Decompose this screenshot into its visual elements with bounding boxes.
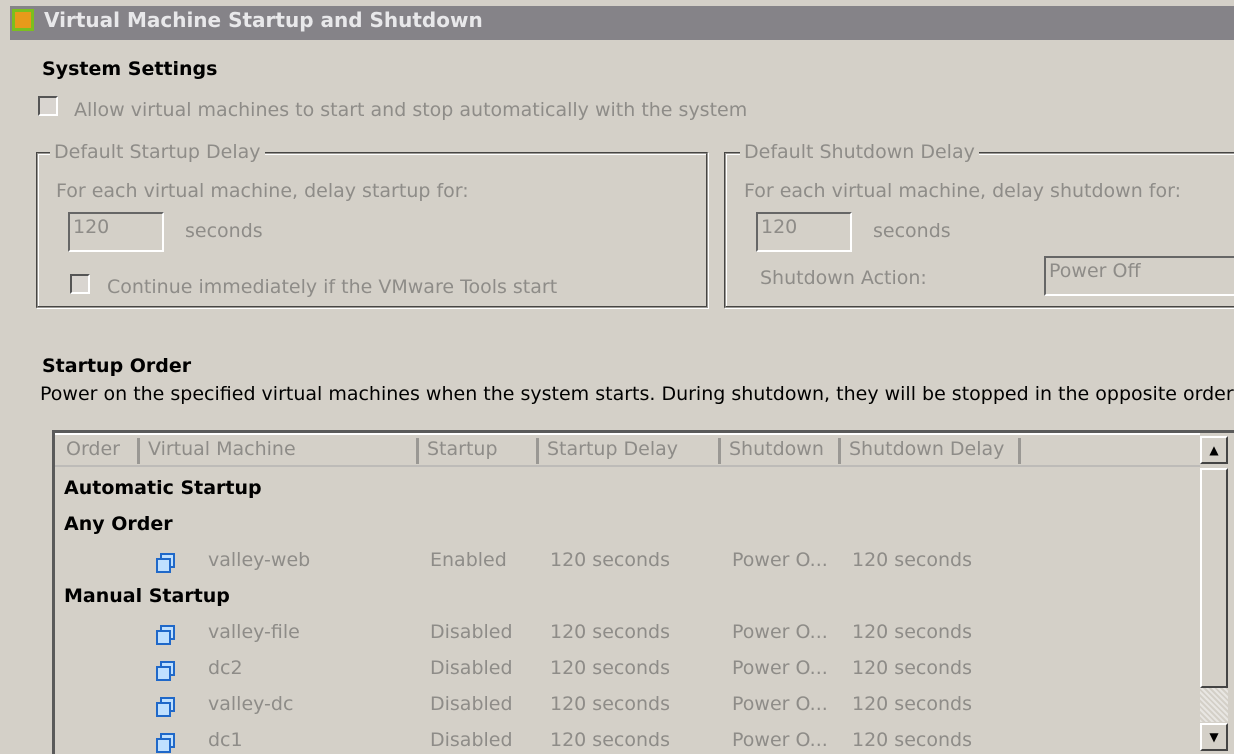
vm-shutdown: Power O... [732, 729, 828, 751]
system-settings-heading: System Settings [42, 58, 218, 80]
vm-startup-delay: 120 seconds [550, 549, 670, 571]
vm-startup: Disabled [430, 729, 513, 751]
vm-shutdown: Power O... [732, 693, 828, 715]
scroll-up-button[interactable]: ▲ [1200, 436, 1228, 464]
shutdown-delay-desc: For each virtual machine, delay shutdown… [744, 180, 1181, 202]
startup-order-heading: Startup Order [42, 355, 192, 377]
scroll-thumb[interactable] [1200, 468, 1228, 688]
allow-auto-label: Allow virtual machines to start and stop… [74, 99, 748, 121]
vm-startup-delay: 120 seconds [550, 693, 670, 715]
vm-shutdown-delay: 120 seconds [852, 621, 972, 643]
vm-name: valley-file [208, 621, 300, 643]
vm-icon [156, 697, 175, 717]
vm-icon [156, 553, 175, 573]
page-title: Virtual Machine Startup and Shutdown [44, 8, 483, 32]
shutdown-delay-input[interactable]: 120 [756, 212, 852, 252]
group-automatic-startup: Automatic Startup [64, 477, 262, 499]
vm-icon [156, 733, 175, 753]
vm-name: valley-dc [208, 693, 294, 715]
vm-shutdown-delay: 120 seconds [852, 657, 972, 679]
vertical-scrollbar[interactable]: ▲ ▼ [1200, 433, 1230, 754]
shutdown-delay-unit: seconds [873, 220, 951, 242]
shutdown-delay-legend: Default Shutdown Delay [740, 141, 979, 163]
vm-startup-delay: 120 seconds [550, 729, 670, 751]
startup-delay-input[interactable]: 120 [68, 212, 164, 252]
vm-shutdown-delay: 120 seconds [852, 729, 972, 751]
vm-startup-delay: 120 seconds [550, 657, 670, 679]
shutdown-action-select[interactable]: Power Off [1044, 256, 1234, 296]
startup-delay-legend: Default Startup Delay [50, 141, 265, 163]
vm-startup: Enabled [430, 549, 507, 571]
vm-shutdown: Power O... [732, 657, 828, 679]
column-order[interactable]: Order [58, 438, 140, 464]
group-any-order: Any Order [64, 513, 173, 535]
vm-startup: Disabled [430, 657, 513, 679]
startup-delay-unit: seconds [185, 220, 263, 242]
continue-label: Continue immediately if the VMware Tools… [107, 276, 558, 298]
group-manual-startup: Manual Startup [64, 585, 230, 607]
vm-name: valley-web [208, 549, 311, 571]
vm-shutdown: Power O... [732, 621, 828, 643]
app-icon [12, 9, 34, 31]
vm-shutdown: Power O... [732, 549, 828, 571]
vm-startup: Disabled [430, 621, 513, 643]
column-shutdown[interactable]: Shutdown [721, 438, 841, 464]
vm-shutdown-delay: 120 seconds [852, 693, 972, 715]
scroll-track[interactable] [1200, 688, 1228, 722]
vm-startup-delay: 120 seconds [550, 621, 670, 643]
column-shutdown-delay[interactable]: Shutdown Delay [841, 438, 1021, 464]
vm-icon [156, 661, 175, 681]
column-virtual-machine[interactable]: Virtual Machine [140, 438, 419, 464]
vm-name: dc2 [208, 657, 243, 679]
vm-icon [156, 625, 175, 645]
column-startup[interactable]: Startup [419, 438, 539, 464]
allow-auto-checkbox[interactable] [38, 96, 58, 116]
vm-name: dc1 [208, 729, 243, 751]
column-startup-delay[interactable]: Startup Delay [539, 438, 721, 464]
continue-checkbox[interactable] [70, 274, 90, 294]
startup-delay-desc: For each virtual machine, delay startup … [56, 180, 469, 202]
vm-shutdown-delay: 120 seconds [852, 549, 972, 571]
vm-startup: Disabled [430, 693, 513, 715]
scroll-down-button[interactable]: ▼ [1200, 723, 1228, 751]
shutdown-action-label: Shutdown Action: [760, 267, 927, 289]
startup-order-desc: Power on the specified virtual machines … [40, 383, 1234, 405]
